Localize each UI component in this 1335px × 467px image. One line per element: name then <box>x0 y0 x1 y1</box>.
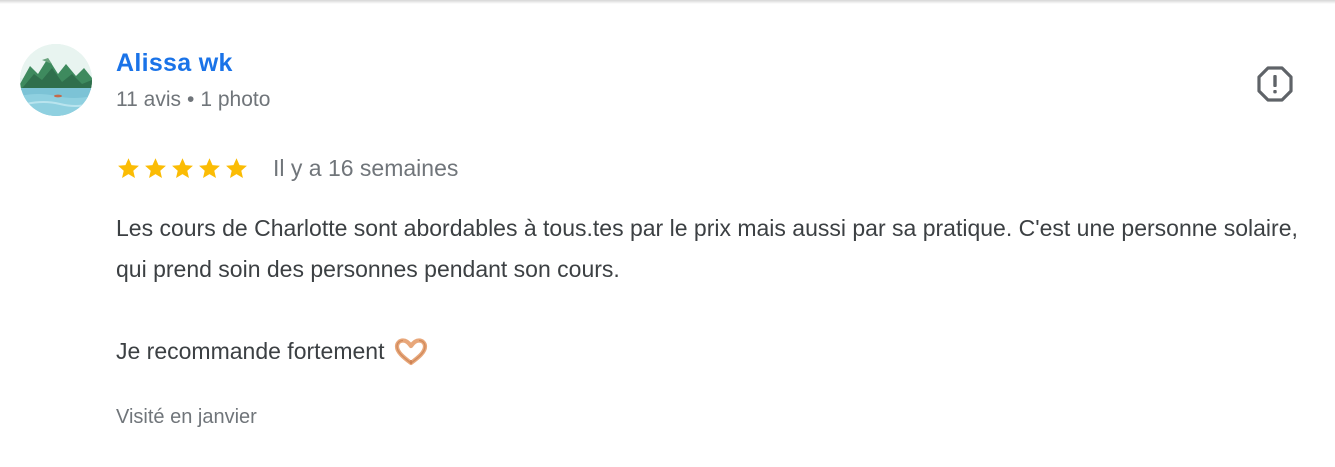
star-filled-icon <box>145 157 166 178</box>
meta-separator: • <box>186 88 195 111</box>
star-rating <box>116 156 249 181</box>
rating-row: Il y a 16 semaines <box>116 152 458 184</box>
author-avatar[interactable] <box>20 44 92 116</box>
review-paragraph-1: Les cours de Charlotte sont abordables à… <box>116 215 1298 282</box>
star-filled-icon <box>118 157 139 178</box>
star-filled-icon <box>172 157 193 178</box>
author-meta: 11 avis • 1 photo <box>116 88 270 112</box>
landscape-avatar-icon <box>20 44 92 116</box>
star-filled-icon <box>226 157 247 178</box>
author-name-link[interactable]: Alissa wk <box>116 49 233 78</box>
review-date: Il y a 16 semaines <box>273 154 459 181</box>
report-octagon-icon <box>1257 66 1293 102</box>
visit-date: Visité en janvier <box>116 406 257 428</box>
review-card: Alissa wk 11 avis • 1 photo Il y a 16 sema… <box>0 0 1335 467</box>
star-filled-icon <box>199 157 220 178</box>
heart-hands-emoji-icon <box>395 337 428 365</box>
author-photos-count: 1 photo <box>200 88 271 111</box>
author-reviews-count: 11 avis <box>116 88 181 111</box>
review-paragraph-2-line: Je recommande fortement <box>116 331 1316 372</box>
review-paragraph-2: Je recommande fortement <box>116 338 385 364</box>
report-review-button[interactable] <box>1255 64 1295 104</box>
review-body: Les cours de Charlotte sont abordables à… <box>116 208 1316 372</box>
